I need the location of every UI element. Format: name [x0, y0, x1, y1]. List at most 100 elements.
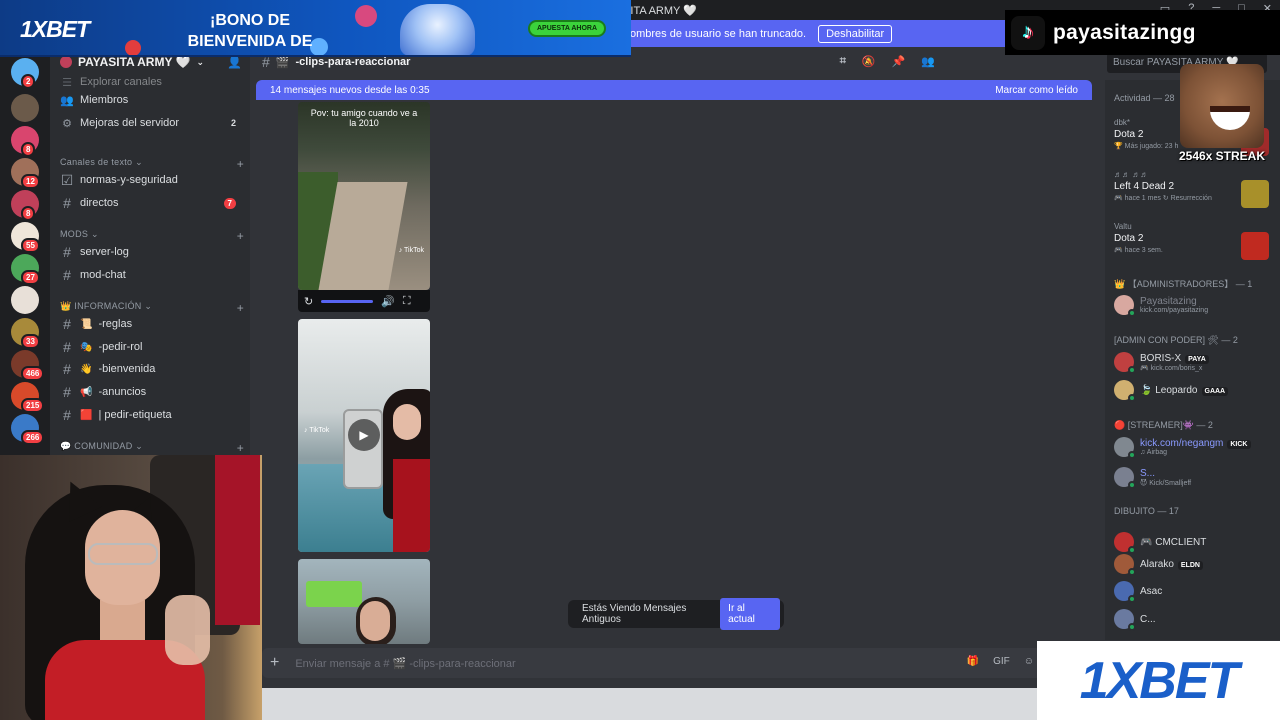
server-badge: 215 [21, 398, 45, 413]
channel-item[interactable]: ☑ normas-y-seguridad [58, 170, 244, 190]
member-item[interactable]: Asac [1114, 579, 1274, 603]
disable-button[interactable]: Deshabilitar [818, 24, 893, 43]
channel-label: directos [80, 197, 119, 209]
member-item[interactable]: S... 😈 Kick/Smalljeff [1114, 465, 1274, 489]
channel-label: mod-chat [80, 269, 126, 281]
new-messages-bar[interactable]: 14 mensajes nuevos desde las 0:35 Marcar… [256, 80, 1092, 100]
threads-icon[interactable]: ⌗ [840, 55, 846, 68]
sidebar-link[interactable]: 👥 Miembros [58, 90, 244, 110]
add-attachment-icon[interactable]: + [270, 654, 279, 672]
jump-to-present-button[interactable]: Ir al actual [720, 598, 780, 630]
hash-icon: # [63, 244, 71, 260]
channel-sidebar: PAYASITA ARMY 🤍 ⌄ 👤 ☰ Explorar canales 👥 Mi… [50, 47, 250, 457]
member-item[interactable]: BORIS-X PAYA 🎮 kick.com/boris_x [1114, 350, 1274, 374]
channel-item[interactable]: # 👋 -bienvenida [58, 359, 244, 379]
avatar [1114, 352, 1136, 374]
member-name-text: S... [1140, 467, 1156, 479]
add-channel-icon[interactable]: + [237, 229, 244, 243]
channel-item[interactable]: # server-log [58, 242, 244, 262]
channel-category[interactable]: Canales de texto ⌄ + [60, 157, 244, 171]
guild-name: PAYASITA ARMY 🤍 [78, 55, 191, 69]
header-icons: ⌗ 🔕 📌 👥 [840, 55, 935, 68]
member-name-text: BORIS-X [1140, 352, 1182, 364]
video-clip-2[interactable]: ▶ ♪ TikTok [298, 319, 430, 552]
member-item[interactable]: kick.com/negangm KICK ♫ Airbag [1114, 435, 1274, 459]
pin-icon[interactable]: 📌 [892, 55, 906, 68]
status-indicator [1128, 481, 1136, 489]
video-clip-1[interactable]: Pov: tu amigo cuando ve a la 2010 ♪ TikT… [298, 102, 430, 290]
channel-item[interactable]: # 📢 -anuncios [58, 382, 244, 402]
member-item[interactable]: Payasitazing kick.com/payasitazing [1114, 293, 1274, 317]
sponsor-logo-text: 1XBET [1079, 651, 1240, 710]
guild-icon [60, 56, 72, 68]
channel-category[interactable]: 💬 COMUNIDAD ⌄ + [60, 441, 244, 455]
add-channel-icon[interactable]: + [237, 157, 244, 171]
banner-logo: 1XBET [20, 16, 90, 42]
sidebar-link-icon: ⚙ [62, 117, 72, 130]
sidebar-link[interactable]: ⚙ Mejoras del servidor 2 [58, 113, 244, 133]
server-badge: 266 [21, 430, 45, 445]
channel-item[interactable]: # directos 7 [58, 193, 244, 213]
channel-name: -clips-para-reaccionar [295, 56, 411, 68]
bottom-strip [262, 688, 1042, 720]
new-messages-text: 14 mensajes nuevos desde las 0:35 [270, 84, 430, 96]
hash-icon: # [63, 361, 71, 377]
banner-ball [125, 40, 141, 55]
add-channel-icon[interactable]: + [237, 301, 244, 315]
member-item[interactable]: 🍃 Leopardo GAAA [1114, 378, 1274, 402]
server-rail: 2 8 12 8 55 27 33 466 215 266 [0, 47, 50, 457]
ad-banner[interactable]: 1XBET ¡BONO DE BIENVENIDA DE HASTA APUES… [0, 0, 631, 57]
tiktok-watermark-2: ♪ TikTok [304, 427, 330, 434]
banner-cta-button[interactable]: APUESTA AHORA [528, 20, 606, 37]
mark-as-read-button[interactable]: Marcar como leído [995, 85, 1078, 96]
channel-category[interactable]: 👑 INFORMACIÓN ⌄ + [60, 301, 244, 315]
channel-item[interactable]: # mod-chat [58, 265, 244, 285]
message-input[interactable]: Enviar mensaje a # 🎬 -clips-para-reaccio… [295, 657, 515, 670]
server-badge: 55 [21, 238, 40, 253]
channel-item[interactable]: # 📜 -reglas [58, 314, 244, 334]
channel-category[interactable]: MODS ⌄ + [60, 229, 244, 243]
activity-card[interactable]: Valtu Dota 2 🎮 hace 3 sem. [1114, 222, 1274, 260]
member-list-icon[interactable]: 👥 [921, 55, 935, 68]
member-item[interactable]: Alarako ELDN [1114, 552, 1274, 576]
sidebar-link[interactable]: ☰ Explorar canales [58, 72, 244, 92]
volume-slider[interactable] [321, 299, 374, 303]
channel-item[interactable]: # 🟥 | pedir-etiqueta [58, 405, 244, 425]
server-icon[interactable] [11, 286, 39, 314]
channel-label: normas-y-seguridad [80, 174, 178, 186]
add-channel-icon[interactable]: + [237, 441, 244, 455]
add-member-icon[interactable]: 👤 [227, 55, 242, 69]
server-badge: 12 [21, 174, 40, 189]
chevron-down-icon: ⌄ [196, 56, 205, 67]
message-composer[interactable]: + Enviar mensaje a # 🎬 -clips-para-reacc… [262, 648, 1042, 678]
member-text: C... [1140, 614, 1156, 625]
gif-icon[interactable]: GIF [993, 656, 1010, 667]
channel-emoji-icon: 🟥 [80, 409, 93, 421]
play-icon[interactable]: ▶ [348, 419, 380, 451]
server-badge: 27 [21, 270, 40, 285]
video-caption: Pov: tu amigo cuando ve a la 2010 [310, 108, 418, 128]
member-name: C... [1140, 614, 1156, 625]
fullscreen-icon[interactable]: ⛶ [403, 295, 411, 308]
emoji-icon[interactable]: ☺ [1024, 656, 1034, 667]
mute-icon[interactable]: 🔕 [862, 55, 876, 68]
member-text: BORIS-X PAYA 🎮 kick.com/boris_x [1140, 353, 1209, 372]
status-indicator [1128, 309, 1136, 317]
video-clip-3[interactable] [298, 559, 430, 644]
streak-face [1180, 64, 1264, 148]
activity-card[interactable]: ♬♬ ♬♬ Left 4 Dead 2 🎮 hace 1 mes ↻ Resurre… [1114, 170, 1274, 208]
volume-icon[interactable]: 🔊 [381, 295, 395, 308]
server-icon[interactable] [11, 94, 39, 122]
gift-icon[interactable]: 🎁 [967, 656, 979, 667]
member-item[interactable]: 🎮 CMCLIENT [1114, 530, 1274, 554]
replay-icon[interactable]: ↻ [304, 295, 313, 308]
server-badge: 8 [21, 206, 36, 221]
channel-item[interactable]: # 🎭 -pedir-rol [58, 337, 244, 357]
member-name-text: 🎮 CMCLIENT [1140, 536, 1207, 548]
member-text: S... 😈 Kick/Smalljeff [1140, 468, 1191, 487]
member-name: 🎮 CMCLIENT [1140, 537, 1206, 548]
member-name-text: 🍃 Leopardo [1140, 384, 1198, 396]
member-text: Alarako ELDN [1140, 559, 1203, 570]
member-item[interactable]: C... [1114, 607, 1274, 631]
old-messages-text: Estás Viendo Mensajes Antiguos [582, 603, 687, 625]
